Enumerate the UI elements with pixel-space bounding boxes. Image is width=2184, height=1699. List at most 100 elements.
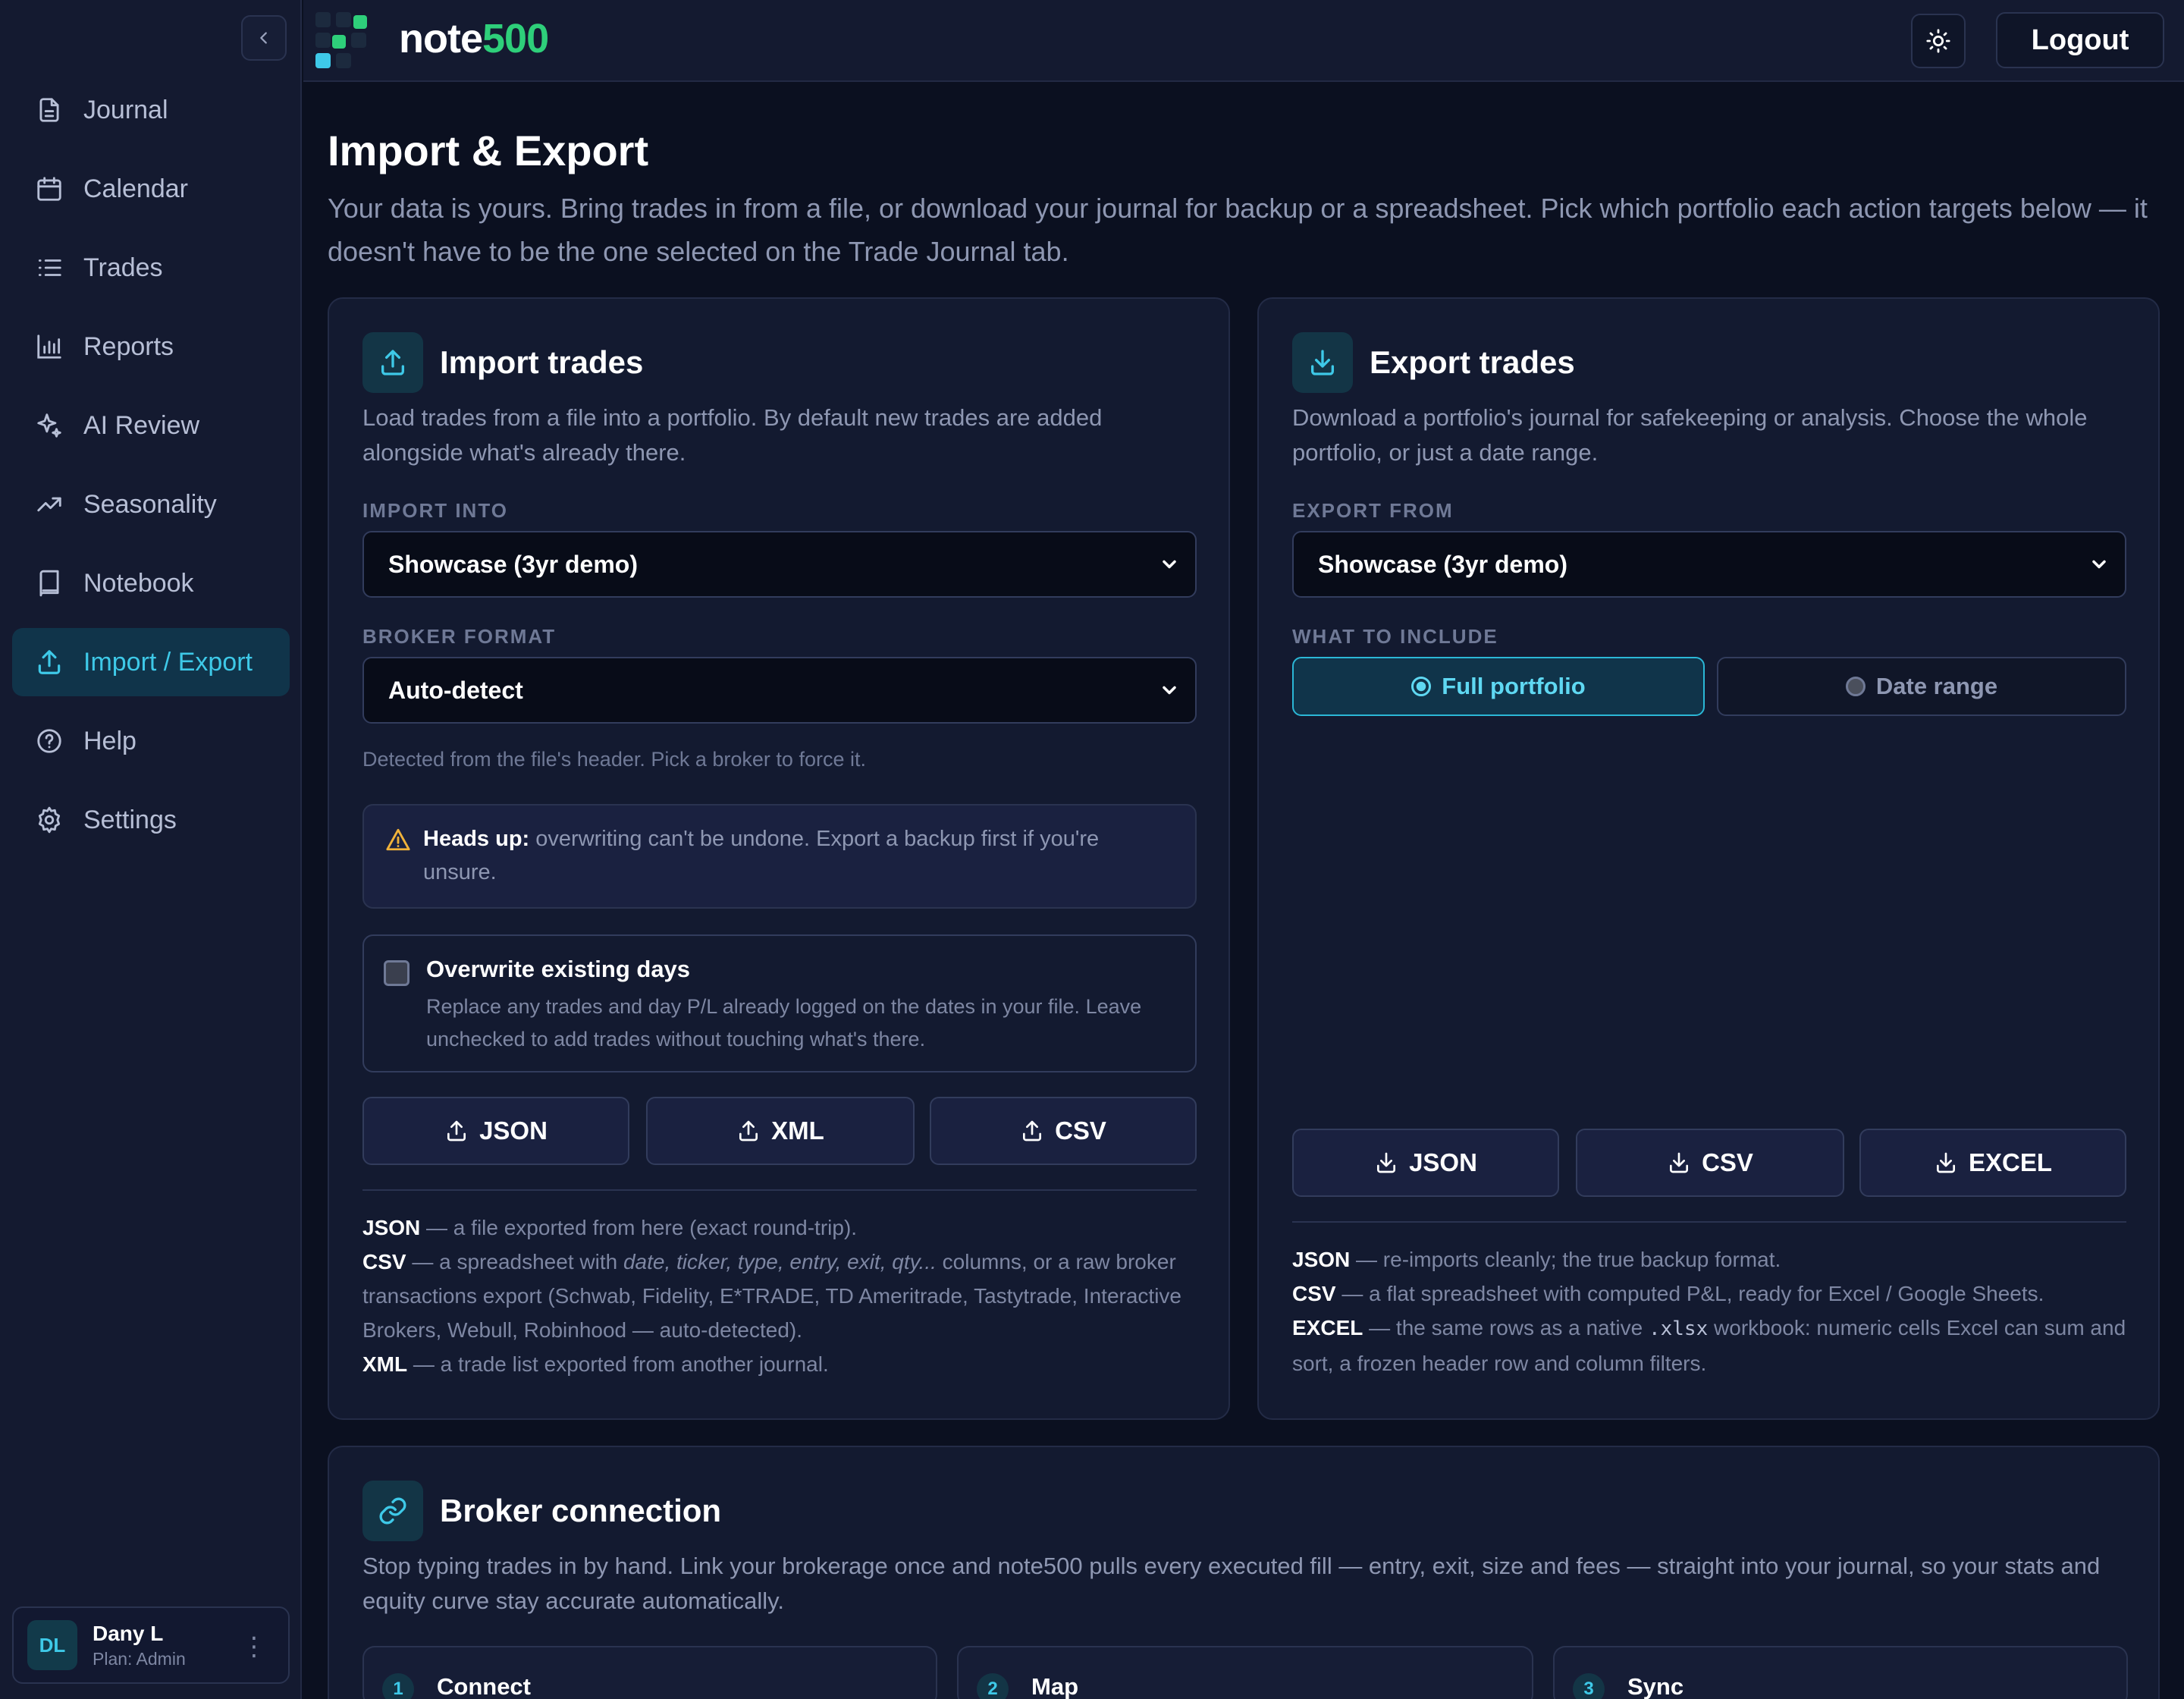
note-json-text: — a file exported from here (exact round… bbox=[420, 1216, 858, 1239]
bar-chart-icon bbox=[37, 334, 61, 359]
export-from-value: Showcase (3yr demo) bbox=[1318, 550, 1567, 578]
sidebar-item-label: Calendar bbox=[83, 174, 188, 203]
radio-unselected-icon bbox=[1845, 677, 1866, 696]
more-options-icon[interactable]: ⋮ bbox=[241, 1634, 267, 1660]
overwrite-description: Replace any trades and day P/L already l… bbox=[426, 995, 1142, 1050]
user-card[interactable]: DL Dany L Plan: Admin ⋮ bbox=[12, 1606, 290, 1684]
broker-card: Broker connection Stop typing trades in … bbox=[328, 1446, 2160, 1699]
sidebar-item-notebook[interactable]: Notebook bbox=[12, 549, 290, 617]
step-title: Map bbox=[1031, 1673, 1078, 1699]
broker-card-icon bbox=[362, 1481, 423, 1541]
page-title: Import & Export bbox=[328, 127, 649, 174]
sidebar-item-label: Reports bbox=[83, 331, 174, 361]
export-title: Export trades bbox=[1370, 344, 1575, 380]
user-plan: Plan: Admin bbox=[93, 1648, 186, 1669]
broker-format-select[interactable]: Auto-detect bbox=[362, 657, 1197, 724]
overwrite-checkbox[interactable] bbox=[384, 960, 410, 986]
sidebar-item-settings[interactable]: Settings bbox=[12, 786, 290, 854]
chevron-down-icon bbox=[2092, 560, 2106, 569]
export-card: Export trades Download a portfolio's jou… bbox=[1257, 297, 2160, 1420]
sidebar-item-label: Trades bbox=[83, 253, 163, 282]
download-icon bbox=[1936, 1152, 1955, 1173]
brand-name-accent: 500 bbox=[482, 16, 549, 61]
overwrite-option: Overwrite existing days Replace any trad… bbox=[362, 934, 1197, 1072]
user-name: Dany L bbox=[93, 1621, 164, 1645]
button-label: EXCEL bbox=[1968, 1148, 2053, 1176]
import-card: Import trades Load trades from a file in… bbox=[328, 297, 1230, 1420]
brand-name-part: note bbox=[399, 16, 483, 61]
brand-name: note500 bbox=[399, 15, 549, 62]
sidebar-item-ai-review[interactable]: AI Review bbox=[12, 391, 290, 460]
sidebar-item-reports[interactable]: Reports bbox=[12, 312, 290, 381]
option-label: Date range bbox=[1875, 673, 1998, 699]
logo-icon bbox=[315, 12, 367, 68]
note-csv-label: CSV bbox=[1292, 1282, 1336, 1305]
import-description: Load trades from a file into a portfolio… bbox=[362, 404, 1103, 466]
upload-icon bbox=[38, 650, 61, 674]
note-excel-code: .xlsx bbox=[1648, 1317, 1709, 1340]
export-csv-button[interactable]: CSV bbox=[1576, 1129, 1844, 1197]
import-format-notes: JSON — a file exported from here (exact … bbox=[362, 1211, 1204, 1381]
download-icon bbox=[1377, 1152, 1396, 1173]
sidebar-item-label: Help bbox=[83, 726, 136, 755]
import-csv-button[interactable]: CSV bbox=[930, 1097, 1197, 1165]
full-portfolio-option[interactable]: Full portfolio bbox=[1292, 657, 1705, 716]
note-xml-label: XML bbox=[362, 1352, 408, 1376]
avatar: DL bbox=[27, 1620, 77, 1670]
note-csv-label: CSV bbox=[362, 1250, 406, 1273]
note-json-text: — re-imports cleanly; the true backup fo… bbox=[1350, 1248, 1781, 1271]
list-icon bbox=[38, 259, 61, 276]
logout-button[interactable]: Logout bbox=[1996, 12, 2164, 68]
sidebar-item-trades[interactable]: Trades bbox=[12, 234, 290, 302]
user-info: Dany L Plan: Admin bbox=[93, 1622, 186, 1669]
import-card-icon bbox=[362, 332, 423, 393]
button-label: CSV bbox=[1702, 1148, 1753, 1176]
collapse-sidebar-button[interactable] bbox=[241, 15, 287, 61]
radio-selected-icon bbox=[1411, 677, 1432, 696]
broker-format-hint: Detected from the file's header. Pick a … bbox=[362, 748, 866, 771]
button-label: CSV bbox=[1055, 1116, 1106, 1145]
import-title: Import trades bbox=[440, 344, 644, 380]
sun-icon bbox=[1926, 29, 1950, 53]
sidebar-item-label: Notebook bbox=[83, 568, 194, 598]
upload-icon bbox=[1023, 1120, 1042, 1142]
chevron-down-icon bbox=[1163, 686, 1176, 695]
sidebar-item-journal[interactable]: Journal bbox=[12, 76, 290, 144]
sidebar-item-calendar[interactable]: Calendar bbox=[12, 155, 290, 223]
sparkle-icon bbox=[37, 413, 61, 438]
broker-format-value: Auto-detect bbox=[388, 676, 523, 704]
date-range-option[interactable]: Date range bbox=[1717, 657, 2126, 716]
export-format-notes: JSON — re-imports cleanly; the true back… bbox=[1292, 1242, 2134, 1380]
theme-toggle-button[interactable] bbox=[1911, 14, 1966, 68]
import-json-button[interactable]: JSON bbox=[362, 1097, 629, 1165]
upload-icon bbox=[381, 350, 404, 375]
overwrite-warning: Heads up: overwriting can't be undone. E… bbox=[362, 804, 1197, 909]
step-number: 3 bbox=[1573, 1673, 1605, 1699]
import-xml-button[interactable]: XML bbox=[646, 1097, 915, 1165]
sidebar: Journal Calendar Trades Reports AI Revie… bbox=[0, 0, 302, 1699]
note-csv-text: — a flat spreadsheet with computed P&L, … bbox=[1335, 1282, 2044, 1305]
sidebar-item-seasonality[interactable]: Seasonality bbox=[12, 470, 290, 539]
broker-format-label: BROKER FORMAT bbox=[362, 625, 557, 648]
download-icon bbox=[1311, 350, 1334, 375]
option-label: Full portfolio bbox=[1442, 673, 1586, 699]
link-icon bbox=[379, 1497, 406, 1525]
broker-description: Stop typing trades in by hand. Link your… bbox=[362, 1553, 2101, 1614]
step-title: Connect bbox=[437, 1673, 531, 1699]
export-card-icon bbox=[1292, 332, 1353, 393]
export-json-button[interactable]: JSON bbox=[1292, 1129, 1559, 1197]
export-from-select[interactable]: Showcase (3yr demo) bbox=[1292, 531, 2126, 598]
sidebar-item-label: Settings bbox=[83, 805, 177, 834]
page-description: Your data is yours. Bring trades in from… bbox=[328, 193, 2148, 267]
broker-title: Broker connection bbox=[440, 1493, 722, 1528]
import-into-select[interactable]: Showcase (3yr demo) bbox=[362, 531, 1197, 598]
sidebar-item-help[interactable]: Help bbox=[12, 707, 290, 775]
sidebar-item-import-export[interactable]: Import / Export bbox=[12, 628, 290, 696]
overwrite-title: Overwrite existing days bbox=[426, 956, 691, 982]
sidebar-item-label: Seasonality bbox=[83, 489, 217, 519]
include-label: WHAT TO INCLUDE bbox=[1292, 625, 1498, 648]
topbar: note500 Logout bbox=[303, 0, 2184, 82]
sidebar-nav: Journal Calendar Trades Reports AI Revie… bbox=[12, 76, 290, 865]
warning-icon bbox=[386, 828, 410, 851]
export-excel-button[interactable]: EXCEL bbox=[1859, 1129, 2126, 1197]
